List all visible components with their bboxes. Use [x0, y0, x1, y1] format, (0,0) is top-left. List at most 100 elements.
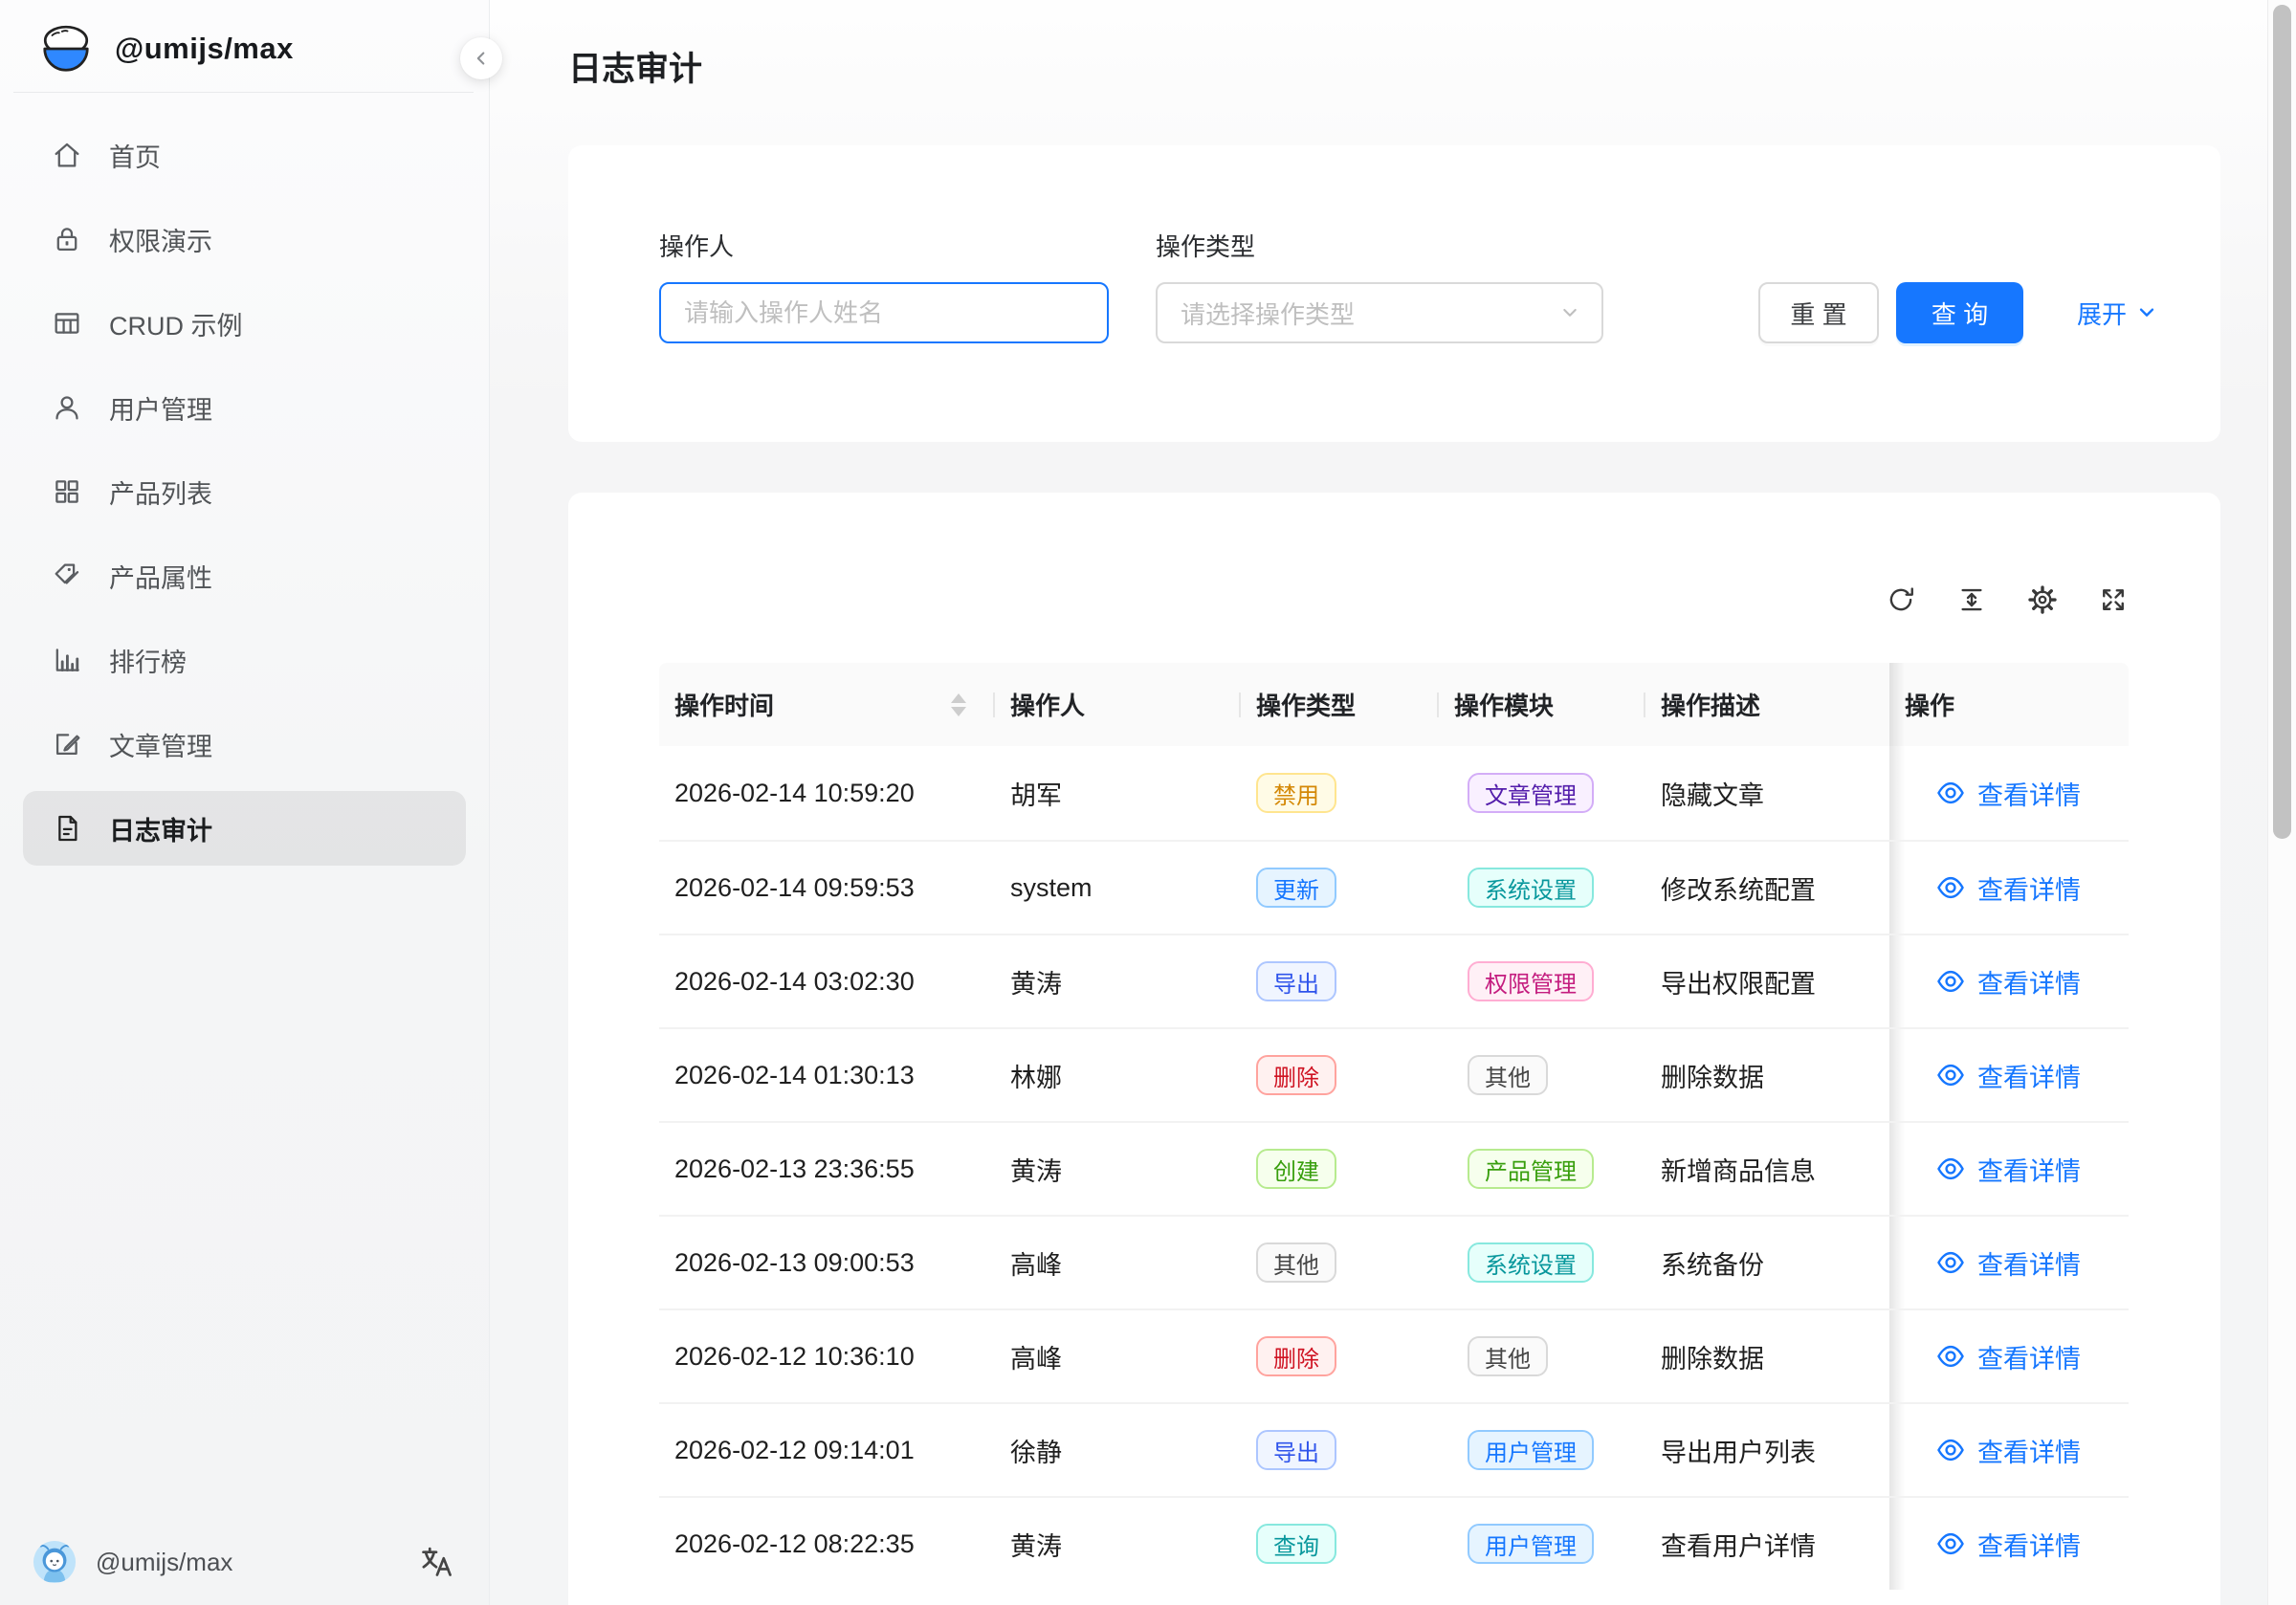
cell-type: 导出	[1241, 1404, 1439, 1496]
view-details-label: 查看详情	[1977, 1338, 2081, 1375]
view-details-link[interactable]: 查看详情	[1935, 1338, 2081, 1375]
cell-module: 其他	[1439, 1310, 1645, 1402]
sidebar-item-label: 文章管理	[109, 726, 212, 763]
brand-title: @umijs/max	[115, 32, 294, 66]
reload-icon[interactable]	[1886, 584, 1916, 615]
view-details-link[interactable]: 查看详情	[1935, 1057, 2081, 1094]
tag: 删除	[1256, 1055, 1336, 1095]
view-details-link[interactable]: 查看详情	[1935, 1526, 2081, 1563]
sidebar-item-product-attributes[interactable]: 产品属性	[23, 539, 466, 613]
cell-operator: 胡军	[995, 746, 1241, 840]
cell-description: 导出用户列表	[1645, 1404, 1889, 1496]
cell-description: 新增商品信息	[1645, 1123, 1889, 1215]
sidebar-item-label: CRUD 示例	[109, 305, 243, 342]
tag: 其他	[1256, 1242, 1336, 1283]
eye-icon	[1935, 1341, 1966, 1372]
setting-icon[interactable]	[2027, 584, 2058, 615]
log-table: 操作时间操作人操作类型操作模块操作描述操作 2026-02-14 10:59:2…	[659, 663, 2129, 1590]
fullscreen-icon[interactable]	[2098, 584, 2129, 615]
column-height-icon[interactable]	[1956, 584, 1987, 615]
eye-icon	[1935, 1154, 1966, 1184]
view-details-link[interactable]: 查看详情	[1935, 1244, 2081, 1282]
home-icon	[50, 138, 84, 172]
bar-chart-icon	[50, 643, 84, 677]
view-details-link[interactable]: 查看详情	[1935, 1432, 2081, 1469]
column-header-label: 操作	[1905, 687, 1954, 722]
cell-module: 文章管理	[1439, 746, 1645, 840]
view-details-link[interactable]: 查看详情	[1935, 775, 2081, 812]
cell-description: 隐藏文章	[1645, 746, 1889, 840]
sort-carets-icon[interactable]	[951, 693, 966, 716]
column-header-label: 操作时间	[674, 687, 774, 722]
table-header-row: 操作时间 操作人 操作类型 操作模块操作描述 操作	[659, 663, 2129, 746]
tag: 创建	[1256, 1149, 1336, 1189]
eye-icon	[1935, 1435, 1966, 1465]
operator-input[interactable]	[659, 282, 1109, 343]
sidebar-item-crud-example[interactable]: CRUD 示例	[23, 286, 466, 361]
table-row: 2026-02-14 01:30:13林娜删除其他删除数据查看详情	[659, 1027, 2129, 1121]
sidebar-item-product-list[interactable]: 产品列表	[23, 454, 466, 529]
cell-operator: 高峰	[995, 1217, 1241, 1308]
sidebar-item-home[interactable]: 首页	[23, 118, 466, 192]
scrollbar-thumb[interactable]	[2273, 5, 2291, 839]
view-details-link[interactable]: 查看详情	[1935, 963, 2081, 1000]
cell-type: 更新	[1241, 842, 1439, 934]
sidebar: @umijs/max 首页权限演示 CRUD 示例用户管理产品列表产品属性排行榜文…	[0, 0, 490, 1605]
table-row: 2026-02-13 23:36:55黄涛创建产品管理新增商品信息查看详情	[659, 1121, 2129, 1215]
type-select[interactable]: 请选择操作类型	[1156, 282, 1603, 343]
sidebar-header: @umijs/max	[13, 0, 474, 93]
view-details-label: 查看详情	[1977, 1432, 2081, 1469]
column-header-label: 操作类型	[1256, 687, 1356, 722]
sidebar-item-log-audit[interactable]: 日志审计	[23, 791, 466, 866]
cell-operator: 徐静	[995, 1404, 1241, 1496]
cell-time: 2026-02-12 09:14:01	[659, 1404, 995, 1496]
cell-operator: 高峰	[995, 1310, 1241, 1402]
view-details-link[interactable]: 查看详情	[1935, 869, 2081, 907]
cell-module: 其他	[1439, 1029, 1645, 1121]
main-content: 日志审计 操作人 操作类型 请选择操作类型	[490, 0, 2296, 1605]
column-header-3: 操作模块	[1439, 663, 1645, 746]
column-header-label: 操作人	[1010, 687, 1085, 722]
tag: 查询	[1256, 1524, 1336, 1564]
type-select-placeholder: 请选择操作类型	[1181, 296, 1355, 331]
table-icon	[50, 306, 84, 341]
sidebar-item-ranking[interactable]: 排行榜	[23, 623, 466, 697]
view-details-label: 查看详情	[1977, 1151, 2081, 1188]
filter-actions: 重 置 查 询 展开	[1758, 282, 2157, 343]
cell-description: 导出权限配置	[1645, 935, 1889, 1027]
sidebar-item-label: 产品属性	[109, 558, 212, 595]
column-header-2: 操作类型	[1241, 663, 1439, 746]
sidebar-item-permission-demo[interactable]: 权限演示	[23, 202, 466, 276]
table-row: 2026-02-14 03:02:30黄涛导出权限管理导出权限配置查看详情	[659, 934, 2129, 1027]
cell-time: 2026-02-12 10:36:10	[659, 1310, 995, 1402]
table-row: 2026-02-12 10:36:10高峰删除其他删除数据查看详情	[659, 1308, 2129, 1402]
view-details-link[interactable]: 查看详情	[1935, 1151, 2081, 1188]
table-toolbar	[659, 579, 2129, 621]
column-header-0[interactable]: 操作时间	[659, 663, 995, 746]
translate-icon[interactable]	[418, 1544, 454, 1580]
cell-action: 查看详情	[1889, 1310, 2101, 1402]
column-header-4: 操作描述	[1645, 663, 1889, 746]
column-header-label: 操作描述	[1661, 687, 1760, 722]
tag: 用户管理	[1468, 1430, 1594, 1470]
tag: 系统设置	[1468, 1242, 1594, 1283]
view-details-label: 查看详情	[1977, 1526, 2081, 1563]
sidebar-item-label: 权限演示	[109, 221, 212, 258]
sidebar-collapse-button[interactable]	[460, 37, 502, 79]
search-button[interactable]: 查 询	[1896, 282, 2023, 343]
ant-mascot-avatar[interactable]	[33, 1540, 77, 1584]
sidebar-item-user-management[interactable]: 用户管理	[23, 370, 466, 445]
cell-operator: 黄涛	[995, 1498, 1241, 1590]
reset-button[interactable]: 重 置	[1758, 282, 1879, 343]
form-icon	[50, 727, 84, 761]
expand-link[interactable]: 展开	[2077, 296, 2157, 331]
cell-module: 用户管理	[1439, 1404, 1645, 1496]
cell-time: 2026-02-13 23:36:55	[659, 1123, 995, 1215]
tag: 其他	[1468, 1336, 1548, 1376]
tag: 文章管理	[1468, 773, 1594, 813]
cell-action: 查看详情	[1889, 1498, 2101, 1590]
sidebar-item-article-management[interactable]: 文章管理	[23, 707, 466, 781]
appstore-icon	[50, 474, 84, 509]
eye-icon	[1935, 1247, 1966, 1278]
column-header-5: 操作	[1889, 663, 2101, 746]
